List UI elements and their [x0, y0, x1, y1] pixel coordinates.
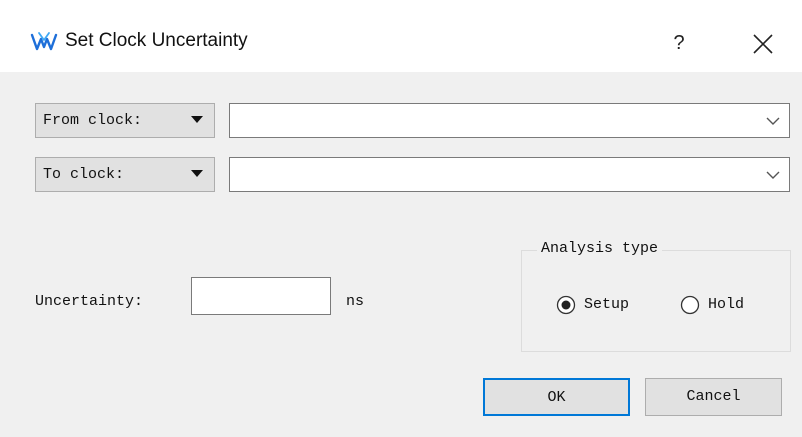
- dropdown-arrow-icon: [191, 170, 203, 177]
- cancel-button-label: Cancel: [686, 388, 741, 405]
- setup-radio-button[interactable]: [556, 295, 576, 315]
- uncertainty-unit: ns: [346, 293, 365, 310]
- gowin-logo-icon: [30, 32, 58, 51]
- from-clock-combobox[interactable]: [229, 103, 790, 138]
- chevron-down-icon: [766, 171, 780, 179]
- hold-label: Hold: [708, 296, 745, 313]
- from-clock-label: From clock:: [43, 112, 143, 129]
- setup-label: Setup: [584, 296, 630, 313]
- close-icon[interactable]: [752, 33, 774, 55]
- uncertainty-input[interactable]: [191, 277, 331, 315]
- help-button[interactable]: ?: [664, 28, 694, 58]
- hold-radio-button[interactable]: [680, 295, 700, 315]
- ok-button-label: OK: [547, 389, 566, 406]
- dropdown-arrow-icon: [191, 116, 203, 123]
- window-title: Set Clock Uncertainty: [65, 30, 248, 51]
- cancel-button[interactable]: Cancel: [645, 378, 782, 416]
- ok-button[interactable]: OK: [483, 378, 630, 416]
- to-clock-combobox[interactable]: [229, 157, 790, 192]
- title-bar: Set Clock Uncertainty ?: [0, 0, 802, 72]
- to-clock-type-dropdown[interactable]: To clock:: [35, 157, 215, 192]
- to-clock-label: To clock:: [43, 166, 125, 183]
- from-clock-type-dropdown[interactable]: From clock:: [35, 103, 215, 138]
- chevron-down-icon: [766, 117, 780, 125]
- uncertainty-label: Uncertainty:: [35, 293, 144, 310]
- analysis-type-title: Analysis type: [537, 240, 663, 257]
